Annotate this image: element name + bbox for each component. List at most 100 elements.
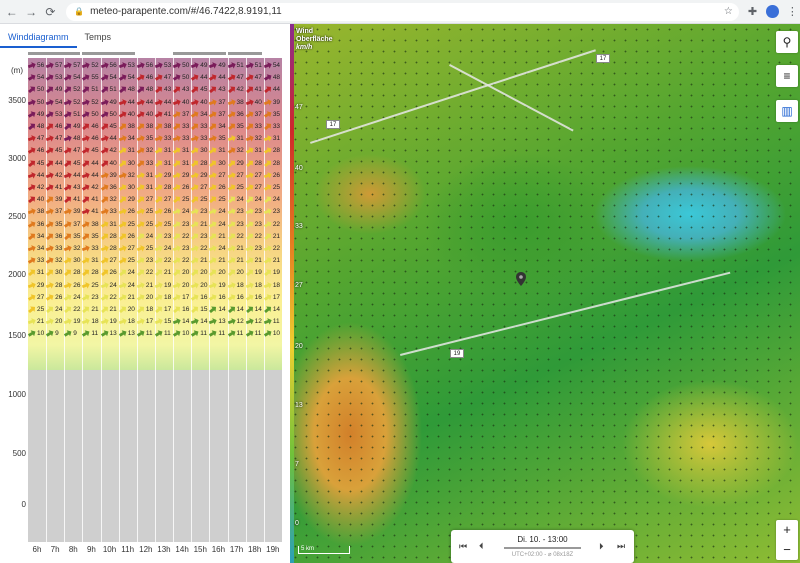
map-scale: 5 km bbox=[298, 546, 350, 554]
reload-icon[interactable]: ⟳ bbox=[43, 4, 58, 20]
wind-arrow-icon bbox=[263, 171, 273, 180]
extensions-icon[interactable]: ✚ bbox=[745, 4, 760, 20]
wind-speed-value: 50 bbox=[91, 110, 99, 118]
wind-speed-value: 48 bbox=[37, 123, 45, 130]
wind-arrow-icon bbox=[226, 304, 237, 315]
last-step-icon[interactable]: ⏭ bbox=[617, 541, 625, 552]
wind-speed-value: 9 bbox=[55, 330, 59, 338]
wind-cell: 23 bbox=[246, 206, 264, 217]
forward-icon[interactable]: → bbox=[23, 4, 38, 20]
next-step-icon[interactable]: ⏵ bbox=[599, 541, 604, 552]
wind-cell: 30 bbox=[209, 158, 227, 169]
wind-cell: 18 bbox=[82, 316, 100, 327]
wind-arrow-icon bbox=[99, 146, 109, 156]
wind-speed-value: 30 bbox=[127, 159, 135, 167]
wind-speed-value: 10 bbox=[37, 330, 45, 338]
bookmark-star-icon[interactable]: ☆ bbox=[724, 6, 733, 17]
profile-avatar[interactable] bbox=[766, 5, 779, 18]
chart-button[interactable]: ▥ bbox=[776, 100, 798, 122]
wind-cell: 11 bbox=[82, 328, 100, 339]
wind-arrow-icon bbox=[100, 61, 110, 70]
wind-arrow-icon bbox=[117, 85, 128, 96]
wind-cell: 34 bbox=[119, 133, 137, 144]
wind-speed-value: 56 bbox=[37, 62, 45, 69]
wind-cell: 19 bbox=[101, 316, 119, 327]
wind-speed-value: 29 bbox=[200, 171, 208, 179]
wind-speed-value: 45 bbox=[200, 86, 208, 94]
tab-temps[interactable]: Temps bbox=[77, 28, 120, 48]
wind-cell: 40 bbox=[119, 109, 137, 120]
wind-cell: 49 bbox=[64, 121, 82, 132]
wind-cell: 11 bbox=[228, 328, 246, 339]
wind-cell: 16 bbox=[246, 292, 264, 303]
search-button[interactable]: ⚲ bbox=[776, 31, 798, 53]
wind-arrow-icon bbox=[45, 121, 56, 132]
wind-arrow-icon bbox=[190, 109, 200, 119]
wind-arrow-icon bbox=[81, 329, 91, 339]
wind-speed-value: 22 bbox=[254, 232, 262, 240]
wind-cell: 54 bbox=[46, 97, 64, 108]
wind-speed-value: 37 bbox=[218, 98, 226, 106]
wind-arrow-icon bbox=[99, 73, 109, 83]
location-pin-icon[interactable] bbox=[516, 272, 526, 286]
wind-cell: 18 bbox=[228, 280, 246, 291]
wind-arrow-icon bbox=[27, 146, 37, 156]
wind-cell: 27 bbox=[246, 182, 264, 193]
wind-arrow-icon bbox=[136, 292, 146, 302]
wind-cell: 31 bbox=[173, 158, 191, 169]
wind-arrow-icon bbox=[208, 134, 218, 143]
wind-arrow-icon bbox=[262, 158, 273, 169]
hour-tick-label: 17h bbox=[229, 545, 244, 554]
wind-arrow-icon bbox=[244, 219, 254, 229]
wind-cell: 16 bbox=[209, 292, 227, 303]
wind-cell: 24 bbox=[209, 206, 227, 217]
wind-arrow-icon bbox=[27, 304, 38, 315]
wind-cell: 29 bbox=[173, 170, 191, 181]
wind-speed-value: 21 bbox=[236, 245, 244, 252]
wind-cell: 28 bbox=[64, 267, 82, 278]
wind-cell: 20 bbox=[191, 267, 209, 278]
wind-cell: 27 bbox=[137, 194, 155, 205]
wind-cell: 43 bbox=[209, 84, 227, 95]
wind-speed-value: 11 bbox=[218, 330, 226, 338]
address-bar[interactable]: 🔒 meteo-parapente.com/#/46.7422,8.9191,1… bbox=[66, 2, 739, 21]
colorbar-label: 47 bbox=[295, 104, 303, 111]
wind-map[interactable]: 17 17 19 Wind Oberfläche km/h 47 40 33 2… bbox=[290, 24, 800, 563]
tab-winddiagramm[interactable]: Winddiagramm bbox=[0, 28, 77, 48]
wind-arrow-icon bbox=[208, 231, 219, 242]
wind-cell: 16 bbox=[191, 292, 209, 303]
wind-cell: 44 bbox=[119, 97, 137, 108]
zoom-in-button[interactable]: + bbox=[776, 520, 798, 540]
wind-cell: 31 bbox=[264, 133, 282, 144]
wind-cell: 21 bbox=[264, 231, 282, 242]
wind-speed-value: 25 bbox=[200, 196, 208, 204]
browser-menu-icon[interactable]: ⋮ bbox=[785, 4, 800, 20]
wind-cell: 21 bbox=[101, 304, 119, 315]
wind-arrow-icon bbox=[27, 256, 37, 266]
wind-speed-value: 38 bbox=[163, 123, 172, 130]
wind-arrow-icon bbox=[244, 85, 255, 96]
wind-speed-value: 36 bbox=[37, 220, 45, 228]
wind-cell: 34 bbox=[191, 109, 209, 120]
zoom-out-button[interactable]: − bbox=[776, 540, 798, 560]
wind-speed-value: 44 bbox=[91, 171, 99, 179]
wind-cell: 24 bbox=[119, 267, 137, 278]
settings-button[interactable]: ≡ bbox=[776, 65, 798, 87]
wind-arrow-icon bbox=[154, 329, 164, 339]
wind-speed-value: 38 bbox=[91, 220, 99, 228]
wind-cell: 52 bbox=[82, 97, 100, 108]
wind-speed-value: 35 bbox=[272, 110, 281, 118]
wind-cell: 17 bbox=[137, 316, 155, 327]
wind-arrow-icon bbox=[208, 244, 218, 253]
back-icon[interactable]: ← bbox=[4, 4, 19, 20]
wind-arrow-icon bbox=[100, 207, 110, 216]
wind-speed-value: 31 bbox=[145, 184, 154, 191]
wind-arrow-icon bbox=[154, 146, 164, 156]
wind-arrow-icon bbox=[81, 231, 92, 242]
time-slider[interactable] bbox=[504, 547, 581, 549]
wind-arrow-icon bbox=[45, 73, 55, 83]
wind-arrow-icon bbox=[154, 97, 164, 106]
hour-tick-label: 12h bbox=[139, 545, 153, 554]
wind-cell: 56 bbox=[137, 60, 155, 71]
wind-cell: 19 bbox=[155, 280, 173, 291]
